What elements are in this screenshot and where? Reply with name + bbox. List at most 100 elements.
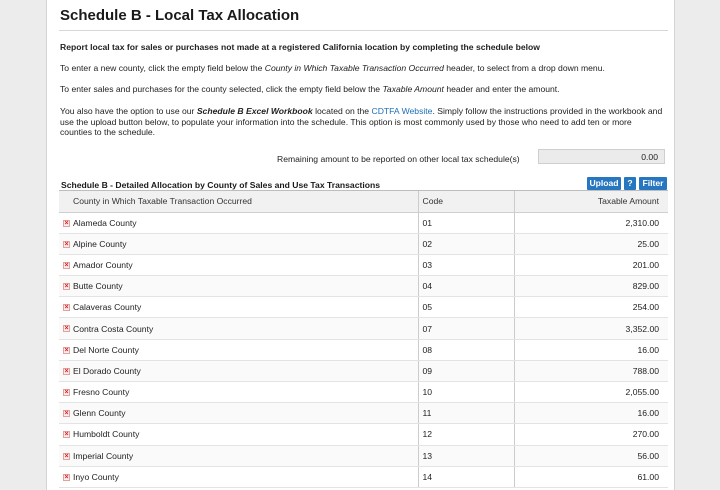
instruction-county-header-ref: County in Which Taxable Transaction Occu… [264, 63, 444, 73]
county-name: Fresno County [73, 387, 130, 398]
allocation-table: County in Which Taxable Transaction Occu… [59, 191, 668, 488]
county-cell[interactable]: × Del Norte County [59, 339, 419, 361]
title-divider [59, 30, 668, 31]
amount-cell[interactable]: 2,310.00 [514, 212, 668, 234]
county-cell[interactable]: × Inyo County [59, 466, 419, 488]
help-button[interactable]: ? [624, 177, 636, 190]
code-cell: 03 [418, 254, 515, 277]
county-cell[interactable]: × Alpine County [59, 233, 419, 255]
delete-x-icon[interactable]: × [63, 261, 70, 269]
table-row: × Inyo County 14 61.00 [59, 466, 668, 488]
amount-cell[interactable]: 829.00 [514, 275, 668, 298]
table-row: × Alpine County 02 25.00 [59, 233, 668, 255]
table-row: × El Dorado County 09 788.00 [59, 360, 668, 383]
county-name: Del Norte County [73, 344, 139, 355]
instruction-county: To enter a new county, click the empty f… [60, 63, 666, 74]
schedule-panel: Schedule B - Local Tax Allocation Report… [46, 0, 675, 490]
delete-x-icon[interactable]: × [63, 452, 70, 460]
amount-cell[interactable]: 201.00 [514, 254, 668, 277]
table-row: × Imperial County 13 56.00 [59, 445, 668, 467]
filter-button[interactable]: Filter [639, 177, 667, 190]
remaining-amount-label: Remaining amount to be reported on other… [277, 154, 520, 164]
instruction-county-text-a: To enter a new county, click the empty f… [60, 63, 265, 73]
amount-cell[interactable]: 61.00 [514, 466, 668, 488]
workbook-text-b: located on the [312, 106, 372, 116]
delete-x-icon[interactable]: × [63, 325, 70, 333]
remaining-amount-field: 0.00 [538, 149, 665, 164]
table-row: × Butte County 04 829.00 [59, 275, 668, 298]
delete-x-icon[interactable]: × [63, 389, 70, 396]
county-name: Glenn County [73, 408, 126, 419]
instruction-workbook: You also have the option to use our Sche… [60, 106, 666, 138]
workbook-text-a: You also have the option to use our [60, 106, 197, 116]
county-cell[interactable]: × Amador County [59, 254, 419, 277]
county-cell[interactable]: × Contra Costa County [59, 317, 419, 340]
code-cell: 09 [418, 360, 515, 383]
instruction-amount: To enter sales and purchases for the cou… [60, 84, 666, 95]
code-cell: 13 [418, 445, 515, 467]
workbook-name: Schedule B Excel Workbook [196, 106, 313, 116]
amount-cell[interactable]: 788.00 [514, 360, 668, 383]
code-cell: 01 [418, 212, 515, 234]
delete-x-icon[interactable]: × [63, 473, 70, 481]
amount-cell[interactable]: 2,055.00 [514, 381, 668, 404]
code-cell: 02 [418, 233, 515, 255]
county-name: Amador County [73, 259, 133, 270]
amount-cell[interactable]: 270.00 [514, 423, 668, 446]
code-cell: 08 [418, 339, 515, 361]
amount-cell[interactable]: 16.00 [514, 402, 668, 425]
county-cell[interactable]: × Alameda County [59, 212, 419, 234]
table-row: × Del Norte County 08 16.00 [59, 339, 668, 361]
column-header-code[interactable]: Code [418, 191, 515, 213]
county-name: El Dorado County [73, 365, 141, 376]
instruction-amount-text-b: header and enter the amount. [443, 84, 560, 94]
cdtfa-website-link[interactable]: CDTFA Website [371, 106, 432, 116]
county-name: Inyo County [73, 471, 119, 482]
county-cell[interactable]: × Calaveras County [59, 296, 419, 319]
amount-cell[interactable]: 25.00 [514, 233, 668, 255]
column-header-amount[interactable]: Taxable Amount [514, 191, 668, 213]
amount-cell[interactable]: 3,352.00 [514, 317, 668, 340]
table-row: × Calaveras County 05 254.00 [59, 296, 668, 319]
code-cell: 14 [418, 466, 515, 488]
county-cell[interactable]: × Fresno County [59, 381, 419, 404]
county-name: Alpine County [73, 238, 127, 249]
delete-x-icon[interactable]: × [63, 431, 70, 439]
column-header-county[interactable]: County in Which Taxable Transaction Occu… [59, 191, 419, 213]
instruction-county-text-b: header, to select from a drop down menu. [443, 63, 605, 73]
amount-cell[interactable]: 56.00 [514, 445, 668, 467]
code-cell: 12 [418, 423, 515, 446]
table-row: × Contra Costa County 07 3,352.00 [59, 317, 668, 340]
county-name: Calaveras County [73, 302, 142, 313]
delete-x-icon[interactable]: × [63, 410, 70, 418]
delete-x-icon[interactable]: × [63, 304, 70, 312]
amount-cell[interactable]: 16.00 [514, 339, 668, 361]
upload-button[interactable]: Upload [587, 177, 621, 190]
county-cell[interactable]: × Imperial County [59, 445, 419, 467]
county-name: Humboldt County [73, 429, 140, 440]
county-name: Imperial County [73, 450, 134, 461]
county-cell[interactable]: × El Dorado County [59, 360, 419, 383]
code-cell: 05 [418, 296, 515, 319]
table-row: × Fresno County 10 2,055.00 [59, 381, 668, 404]
delete-x-icon[interactable]: × [63, 346, 70, 354]
county-cell[interactable]: × Butte County [59, 275, 419, 298]
delete-x-icon[interactable]: × [63, 240, 70, 248]
county-cell[interactable]: × Humboldt County [59, 423, 419, 446]
code-cell: 07 [418, 317, 515, 340]
delete-x-icon[interactable]: × [63, 367, 70, 375]
section-title: Schedule B - Detailed Allocation by Coun… [61, 180, 380, 190]
delete-x-icon[interactable]: × [63, 283, 70, 291]
county-name: Alameda County [73, 217, 137, 228]
county-name: Contra Costa County [73, 323, 154, 334]
delete-x-icon[interactable]: × [63, 219, 70, 227]
county-cell[interactable]: × Glenn County [59, 402, 419, 425]
table-row: × Humboldt County 12 270.00 [59, 423, 668, 446]
table-row: × Alameda County 01 2,310.00 [59, 212, 668, 234]
page-title: Schedule B - Local Tax Allocation [60, 7, 300, 24]
instruction-amount-text-a: To enter sales and purchases for the cou… [60, 84, 383, 94]
code-cell: 10 [418, 381, 515, 404]
table-header-row: County in Which Taxable Transaction Occu… [59, 191, 668, 213]
amount-cell[interactable]: 254.00 [514, 296, 668, 319]
code-cell: 04 [418, 275, 515, 298]
